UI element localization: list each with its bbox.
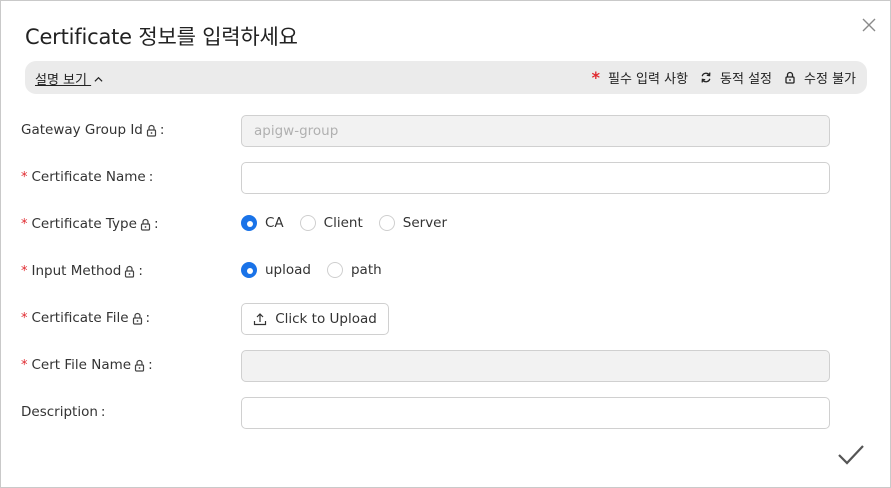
- radio-upload[interactable]: upload: [241, 262, 311, 278]
- label-colon: :: [153, 216, 159, 232]
- certificate-type-radio-group: CA Client Server: [241, 215, 463, 231]
- refresh-icon: [701, 72, 711, 83]
- certificate-dialog: Certificate 정보를 입력하세요 설명 보기 * 필수 입력 사항 동…: [0, 0, 891, 488]
- certificate-type-label: * Certificate Type :: [21, 216, 159, 232]
- radio-unchecked-icon: [299, 215, 316, 231]
- radio-path-label: path: [350, 262, 382, 278]
- required-star-icon: *: [21, 310, 28, 326]
- gateway-group-id-input: [241, 115, 830, 147]
- lock-icon: [146, 124, 156, 137]
- row-input-method: * Input Method : upload path: [1, 256, 891, 288]
- cert-file-name-input: [241, 350, 830, 382]
- radio-client[interactable]: Client: [299, 215, 363, 231]
- radio-upload-label: upload: [265, 262, 311, 278]
- dynamic-legend-label: 동적 설정: [720, 72, 773, 87]
- radio-server-label: Server: [402, 215, 448, 231]
- label-colon: :: [159, 122, 165, 138]
- input-method-radio-group: upload path: [241, 262, 398, 278]
- cert-file-name-label: * Cert File Name :: [21, 357, 153, 373]
- label-colon: :: [148, 357, 153, 373]
- chevron-up-icon: [94, 76, 103, 82]
- row-description: Description :: [1, 397, 891, 429]
- row-certificate-file: * Certificate File : Click to Upload: [1, 303, 891, 335]
- upload-icon: [254, 313, 267, 326]
- label-colon: :: [138, 263, 143, 279]
- radio-server[interactable]: Server: [378, 215, 448, 231]
- required-star-icon: *: [21, 169, 28, 185]
- lock-icon: [132, 312, 142, 325]
- gateway-group-id-label: Gateway Group Id :: [21, 122, 164, 138]
- radio-ca[interactable]: CA: [241, 215, 284, 231]
- label-colon: :: [148, 169, 154, 185]
- certificate-name-label: * Certificate Name :: [21, 169, 153, 185]
- input-method-label-text: Input Method: [31, 263, 122, 279]
- radio-unchecked-icon: [326, 262, 343, 278]
- input-method-label: * Input Method :: [21, 263, 143, 279]
- click-to-upload-button[interactable]: Click to Upload: [241, 303, 389, 335]
- help-toggle-label: 설명 보기: [35, 73, 87, 88]
- lock-icon: [125, 265, 135, 278]
- dialog-title: Certificate 정보를 입력하세요: [25, 25, 298, 49]
- required-legend-label: 필수 입력 사항: [608, 72, 689, 87]
- certificate-file-label-text: Certificate File: [31, 310, 129, 326]
- help-banner: 설명 보기 * 필수 입력 사항 동적 설정 수정 불가: [25, 61, 867, 94]
- label-colon: :: [100, 404, 106, 420]
- certificate-type-label-text: Certificate Type: [31, 216, 137, 232]
- certificate-file-label: * Certificate File :: [21, 310, 150, 326]
- readonly-legend-label: 수정 불가: [804, 72, 856, 87]
- certificate-name-input[interactable]: [241, 162, 830, 194]
- gateway-group-id-label-text: Gateway Group Id: [21, 122, 143, 138]
- row-certificate-type: * Certificate Type : CA Client Server: [1, 209, 891, 241]
- radio-checked-icon: [241, 215, 257, 231]
- radio-checked-icon: [241, 262, 257, 278]
- close-icon[interactable]: [859, 15, 879, 35]
- help-toggle-link[interactable]: 설명 보기: [35, 69, 103, 88]
- description-label-text: Description: [21, 404, 98, 420]
- radio-client-label: Client: [323, 215, 363, 231]
- required-star-icon: *: [21, 357, 28, 373]
- upload-button-label: Click to Upload: [275, 311, 377, 327]
- required-star-icon: *: [21, 216, 28, 232]
- description-label: Description :: [21, 404, 105, 420]
- required-star-icon: *: [591, 67, 600, 87]
- required-star-icon: *: [21, 263, 28, 279]
- row-certificate-name: * Certificate Name :: [1, 162, 891, 194]
- radio-ca-label: CA: [265, 215, 284, 231]
- lock-icon: [140, 218, 151, 231]
- legend: * 필수 입력 사항 동적 설정 수정 불가: [592, 68, 856, 87]
- lock-icon: [785, 71, 795, 84]
- cert-file-name-label-text: Cert File Name: [31, 357, 132, 373]
- radio-path[interactable]: path: [326, 262, 382, 278]
- description-input[interactable]: [241, 397, 830, 429]
- row-gateway-group-id: Gateway Group Id :: [1, 115, 891, 147]
- radio-unchecked-icon: [378, 215, 395, 231]
- lock-icon: [134, 359, 145, 372]
- row-cert-file-name: * Cert File Name :: [1, 350, 891, 382]
- label-colon: :: [145, 310, 151, 326]
- checkmark-icon[interactable]: [837, 442, 865, 468]
- certificate-name-label-text: Certificate Name: [31, 169, 146, 185]
